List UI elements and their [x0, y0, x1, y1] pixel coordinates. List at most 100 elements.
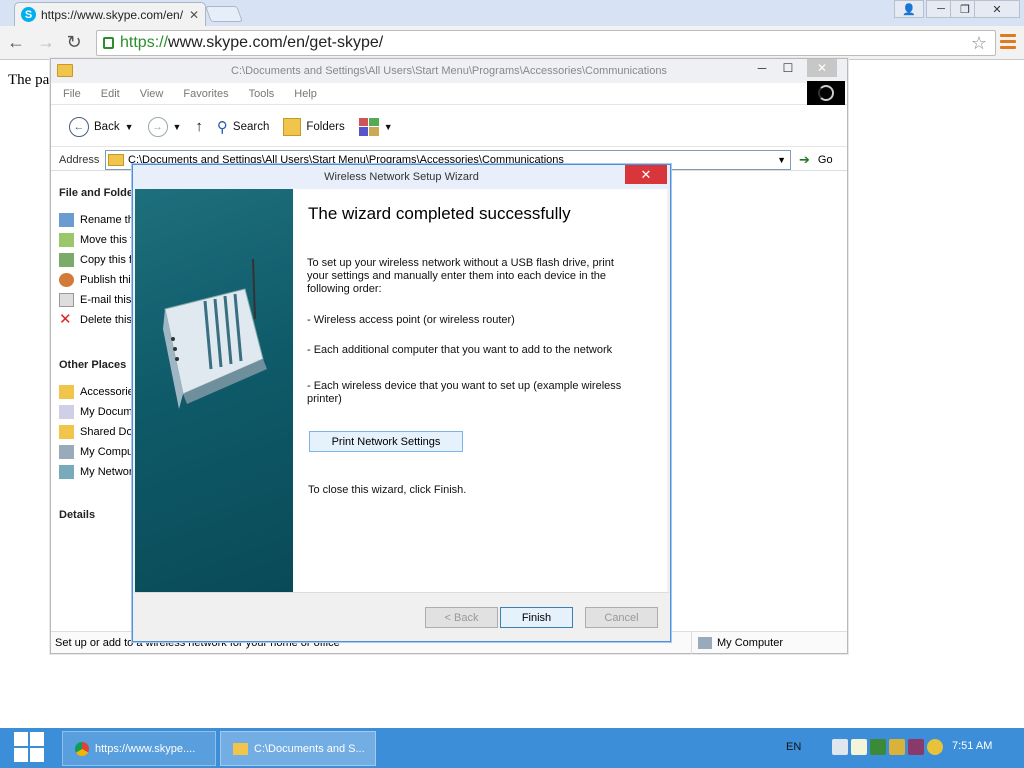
chevron-down-icon[interactable]: ▼ [777, 155, 786, 165]
explorer-title: C:\Documents and Settings\All Users\Star… [231, 65, 667, 77]
folder-icon [108, 153, 124, 166]
folder-icon [57, 64, 73, 77]
menu-favorites[interactable]: Favorites [183, 88, 228, 100]
update-tray-icon[interactable] [927, 739, 943, 755]
new-tab-button[interactable] [205, 6, 243, 22]
folders-icon [283, 117, 302, 136]
close-tab-icon[interactable]: ✕ [189, 8, 199, 22]
task-rename[interactable]: Rename thi [59, 213, 135, 227]
forward-circle-icon: → [147, 116, 168, 137]
back-arrow-icon[interactable]: ← [4, 30, 28, 54]
search-icon: ⚲ [216, 118, 228, 136]
wizard-cancel-button[interactable]: Cancel [585, 607, 658, 628]
notes-tray-icon[interactable] [851, 739, 867, 755]
up-button[interactable]: ↑ [191, 118, 207, 135]
menu-file[interactable]: File [63, 88, 81, 100]
taskbar-item-explorer[interactable]: C:\Documents and S... [220, 731, 376, 766]
user-profile-icon[interactable]: 👤 [894, 0, 924, 18]
browser-tab-title: https://www.skype.com/en/ [41, 7, 184, 22]
taskbar-item-browser[interactable]: https://www.skype.... [62, 731, 216, 766]
menu-help[interactable]: Help [294, 88, 317, 100]
explorer-menu-bar: File Edit View Favorites Tools Help [51, 83, 847, 105]
wizard-close-instruction: To close this wizard, click Finish. [308, 484, 467, 496]
rename-icon [59, 213, 74, 227]
back-circle-icon: ← [69, 116, 89, 137]
chrome-icon [75, 741, 89, 756]
network-status-tray-icon[interactable] [870, 739, 886, 755]
address-label: Address [59, 153, 100, 166]
places-header[interactable]: Other Places [59, 359, 126, 371]
status-my-computer: My Computer [691, 632, 783, 654]
clock[interactable]: 7:51 AM [952, 740, 992, 752]
network-icon [59, 465, 74, 479]
task-email[interactable]: E-mail this [59, 293, 131, 307]
explorer-task-pane: File and Folde Rename thi Move this f Co… [51, 173, 135, 627]
forward-button[interactable]: → ▼ [144, 116, 186, 137]
folder-icon [59, 425, 74, 439]
wizard-title-bar: Wireless Network Setup Wizard [133, 165, 670, 189]
back-button[interactable]: ← Back ▼ [65, 116, 138, 137]
views-icon [358, 117, 379, 136]
browser-tab[interactable]: S https://www.skype.com/en/ ✕ [14, 2, 206, 26]
place-accessories[interactable]: Accessorie [59, 385, 134, 399]
wizard-finish-button[interactable]: Finish [500, 607, 573, 628]
folder-icon [59, 385, 74, 399]
views-button[interactable]: ▼ [355, 117, 397, 136]
language-indicator[interactable]: EN [786, 741, 801, 753]
wizard-side-panel [135, 189, 293, 593]
wizard-intro-text: To set up your wireless network without … [307, 257, 614, 295]
task-publish[interactable]: Publish this [59, 273, 135, 287]
menu-edit[interactable]: Edit [101, 88, 120, 100]
details-header[interactable]: Details [59, 509, 95, 521]
wizard-item-computers: - Each additional computer that you want… [307, 344, 613, 356]
security-shield-tray-icon[interactable] [889, 739, 905, 755]
wireless-router-icon [163, 258, 267, 409]
menu-view[interactable]: View [140, 88, 164, 100]
go-arrow-icon: ➔ [799, 151, 810, 167]
tasks-header[interactable]: File and Folde [59, 187, 133, 199]
folders-button[interactable]: Folders [279, 117, 348, 136]
explorer-maximize-button[interactable]: ☐ [773, 59, 803, 77]
place-my-network[interactable]: My Networ [59, 465, 133, 479]
place-my-computer[interactable]: My Comput [59, 445, 135, 459]
task-copy[interactable]: Copy this f [59, 253, 132, 267]
move-icon [59, 233, 74, 247]
reload-icon[interactable]: ↻ [62, 30, 86, 54]
windows-throbber-icon [807, 81, 845, 105]
explorer-toolbar: ← Back ▼ → ▼ ↑ ⚲ Search Folders ▼ [51, 107, 847, 147]
search-button[interactable]: ⚲ Search [213, 118, 273, 136]
folder-icon [233, 742, 248, 755]
address-bar[interactable]: https://www.skype.com/en/get-skype/ ☆ [96, 30, 996, 56]
explorer-title-bar: C:\Documents and Settings\All Users\Star… [51, 59, 847, 83]
lock-icon [103, 37, 114, 49]
chrome-menu-icon[interactable] [1000, 34, 1016, 52]
print-network-settings-button[interactable]: Print Network Settings [309, 431, 463, 452]
wizard-back-button[interactable]: < Back [425, 607, 498, 628]
place-shared-documents[interactable]: Shared Doc [59, 425, 135, 439]
explorer-close-button[interactable]: ✕ [807, 59, 837, 77]
close-window-button[interactable]: ✕ [974, 0, 1020, 18]
connections-tray-icon[interactable] [908, 739, 924, 755]
computer-icon [698, 637, 712, 649]
place-my-documents[interactable]: My Docume [59, 405, 135, 419]
task-delete[interactable]: ✕ Delete this [59, 312, 132, 327]
wizard-item-access-point: - Wireless access point (or wireless rou… [307, 314, 515, 326]
email-icon [59, 293, 74, 307]
task-move[interactable]: Move this f [59, 233, 133, 247]
url-text: https://www.skype.com/en/get-skype/ [120, 34, 384, 51]
wizard-close-button[interactable]: ✕ [625, 165, 667, 184]
menu-tools[interactable]: Tools [249, 88, 275, 100]
skype-favicon-icon: S [21, 7, 36, 22]
copy-icon [59, 253, 74, 267]
go-button[interactable]: ➔ Go [791, 152, 833, 168]
computer-icon [59, 445, 74, 459]
wizard-item-devices: - Each wireless device that you want to … [307, 380, 622, 405]
wizard-title: Wireless Network Setup Wizard [324, 171, 479, 183]
documents-icon [59, 405, 74, 419]
page-body-text: The pa [8, 72, 50, 88]
network-tray-icon[interactable] [832, 739, 848, 755]
wizard-heading: The wizard completed successfully [308, 204, 571, 223]
bookmark-star-icon[interactable]: ☆ [971, 33, 987, 54]
windows-start-icon[interactable] [14, 732, 44, 762]
forward-arrow-icon[interactable]: → [34, 30, 58, 54]
